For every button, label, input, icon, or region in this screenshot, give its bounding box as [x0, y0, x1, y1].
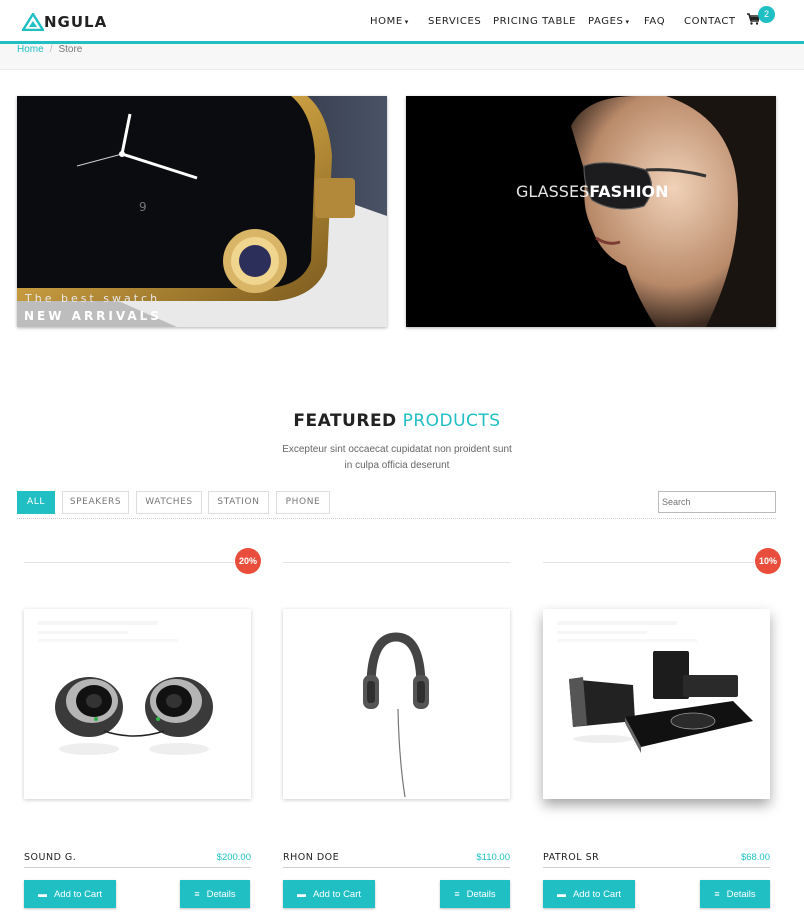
filter-station[interactable]: STATION	[208, 491, 269, 514]
cart-count-badge: 2	[758, 6, 775, 23]
chevron-down-icon: ▾	[625, 18, 630, 26]
product-price: $200.00	[216, 852, 251, 863]
logo[interactable]: NGULA	[22, 11, 107, 33]
filter-divider	[17, 518, 776, 519]
product-name[interactable]: SOUND G.	[24, 852, 76, 863]
chevron-down-icon: ▾	[404, 18, 409, 26]
featured-products-title: FEATURED PRODUCTS	[293, 411, 501, 431]
product-image[interactable]	[24, 609, 251, 799]
filter-all[interactable]: ALL	[17, 491, 55, 514]
woman-sunglasses-image	[406, 96, 776, 327]
featured-products-description: Excepteur sint occaecat cupidatat non pr…	[282, 444, 512, 471]
svg-text:9: 9	[139, 200, 147, 214]
add-to-cart-button[interactable]: ▬ Add to Cart	[24, 880, 116, 908]
add-to-cart-button[interactable]: ▬ Add to Cart	[283, 880, 375, 908]
discount-badge: 10%	[755, 548, 781, 574]
add-to-cart-button[interactable]: ▬ Add to Cart	[543, 880, 635, 908]
cart-icon: ▬	[37, 889, 47, 899]
banner-new-arrivals[interactable]: 9 The best swatch NEW ARRIVALS	[17, 96, 387, 327]
divider	[543, 867, 770, 868]
list-icon: ≡	[454, 889, 460, 899]
site-header: NGULA HOME ▾ SERVICES PRICING TABLE PAGES…	[0, 0, 804, 44]
speakers-image	[24, 609, 251, 799]
divider	[283, 867, 510, 868]
filter-watches[interactable]: WATCHES	[136, 491, 202, 514]
nav-contact[interactable]: CONTACT	[684, 16, 736, 27]
details-button[interactable]: ≡ Details	[440, 880, 510, 908]
nav-faq[interactable]: FAQ	[644, 16, 665, 27]
list-icon: ≡	[194, 889, 200, 899]
details-button[interactable]: ≡ Details	[700, 880, 770, 908]
cart-icon: ▬	[556, 889, 566, 899]
product-price: $110.00	[476, 852, 510, 863]
nav-pricing-table[interactable]: PRICING TABLE	[493, 16, 576, 27]
nav-services[interactable]: SERVICES	[428, 16, 481, 27]
logo-triangle-icon	[22, 13, 44, 31]
divider	[24, 562, 234, 563]
divider	[543, 562, 754, 563]
product-image[interactable]	[543, 609, 770, 799]
breadcrumb-home-link[interactable]: Home	[17, 44, 44, 55]
headphones-image	[283, 609, 510, 799]
banner-subtitle: The best swatch	[25, 292, 161, 305]
product-price: $68.00	[740, 852, 770, 863]
nav-home[interactable]: HOME ▾	[370, 16, 409, 27]
product-image[interactable]	[283, 609, 510, 799]
logo-text: NGULA	[44, 13, 108, 31]
breadcrumb-bar: Home / Store	[0, 44, 804, 70]
home-theater-image	[543, 609, 770, 799]
breadcrumb-separator: /	[49, 44, 53, 55]
banner-title: NEW ARRIVALS	[24, 309, 162, 323]
details-button[interactable]: ≡ Details	[180, 880, 250, 908]
cart-icon: ▬	[296, 889, 306, 899]
filter-speakers[interactable]: SPEAKERS	[62, 491, 129, 514]
discount-badge: 20%	[235, 548, 261, 574]
search-input[interactable]	[658, 491, 776, 513]
product-name[interactable]: RHON DOE	[283, 852, 339, 863]
divider	[283, 562, 510, 563]
banner-glasses-fashion[interactable]: GLASSESFASHION	[406, 96, 776, 327]
breadcrumb: Home / Store	[17, 44, 82, 56]
product-name[interactable]: PATROL SR	[543, 852, 599, 863]
list-icon: ≡	[714, 889, 720, 899]
banner-glasses-title: GLASSESFASHION	[516, 182, 669, 201]
nav-pages[interactable]: PAGES ▾	[588, 16, 630, 27]
divider	[24, 867, 251, 868]
filter-phone[interactable]: PHONE	[276, 491, 330, 514]
breadcrumb-current: Store	[58, 44, 83, 55]
